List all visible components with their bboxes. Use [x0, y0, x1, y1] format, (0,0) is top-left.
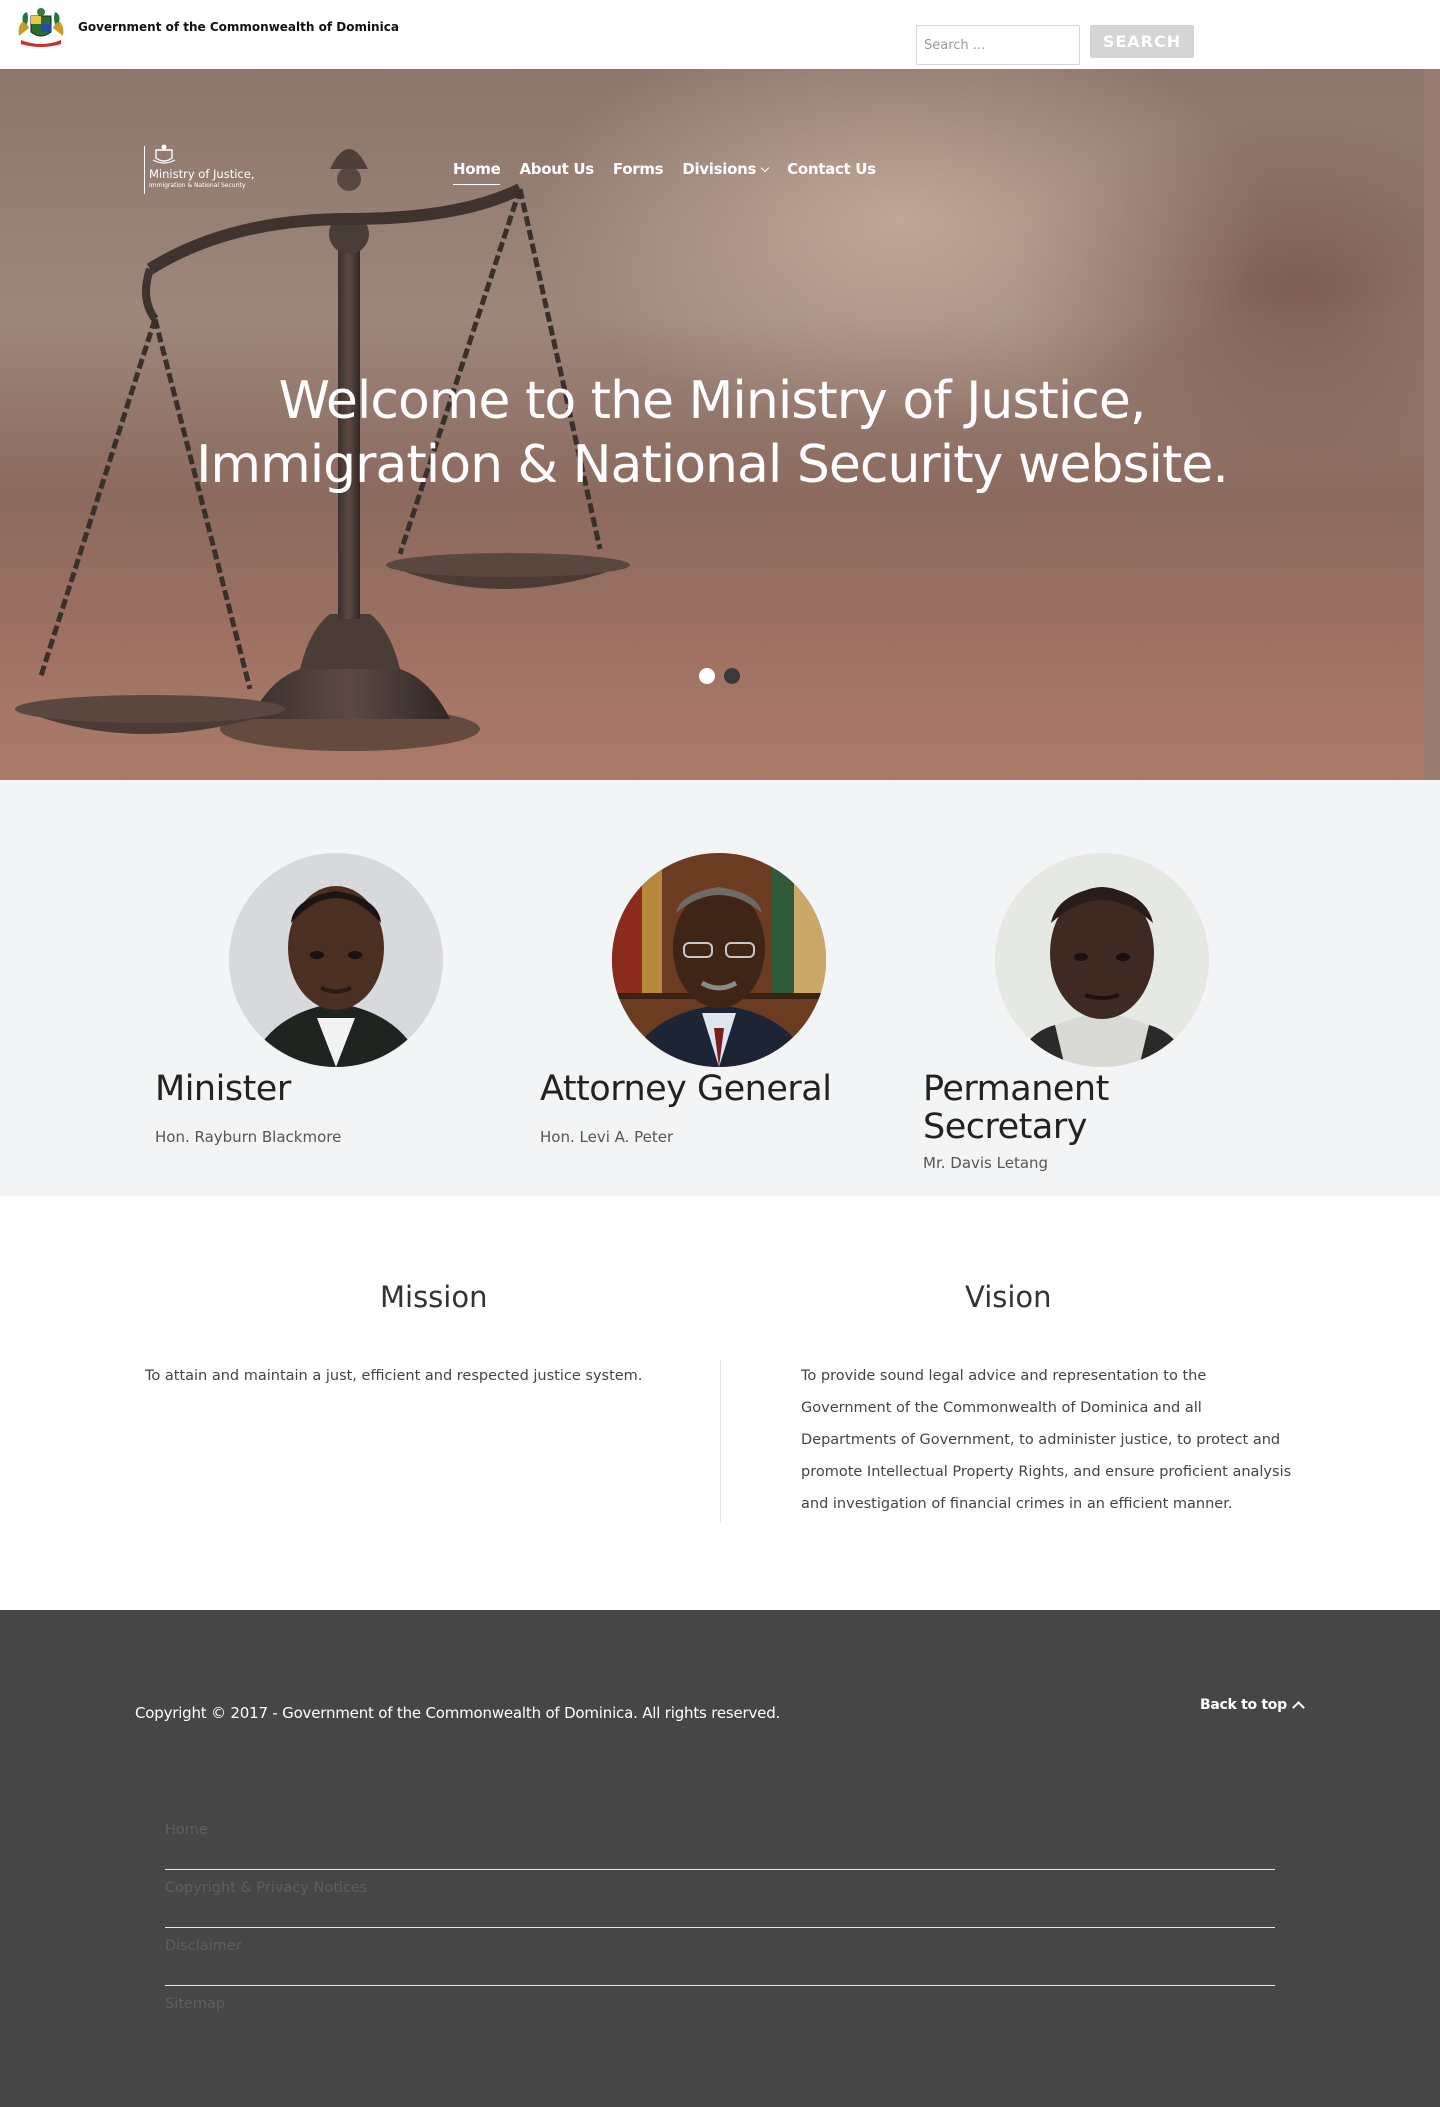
vision-line: To provide sound legal advice and repres… — [801, 1368, 1207, 1384]
site-footer: Copyright © 2017 - Government of the Com… — [0, 1610, 1440, 2107]
search-input[interactable] — [916, 25, 1080, 65]
officials-section: Minister Hon. Rayburn Blackmore Attorney… — [0, 780, 1440, 1196]
mission-text: To attain and maintain a just, efficient… — [145, 1368, 643, 1384]
chevron-down-icon — [760, 163, 770, 173]
nav-label: About Us — [519, 160, 594, 178]
vision-line: promote Intellectual Property Rights, an… — [801, 1464, 1292, 1480]
hero-heading: Welcome to the Ministry of Justice, Immi… — [0, 369, 1424, 497]
government-title[interactable]: Government of the Commonwealth of Domini… — [78, 20, 399, 34]
footer-links: Home Copyright & Privacy Notices Disclai… — [165, 1812, 1275, 2044]
ministry-logo[interactable]: Ministry of Justice, Immigration & Natio… — [144, 144, 264, 196]
logo-divider — [144, 146, 145, 194]
vision-heading: Vision — [965, 1280, 1052, 1314]
vision-line: Government of the Commonwealth of Domini… — [801, 1400, 1202, 1416]
vision-line: and investigation of financial crimes in… — [801, 1496, 1233, 1512]
back-to-top-label: Back to top — [1200, 1697, 1287, 1713]
main-navigation: Home About Us Forms Divisions Contact Us — [453, 160, 895, 185]
nav-item-contact-us[interactable]: Contact Us — [787, 160, 876, 178]
ministry-logo-name: Ministry of Justice, — [149, 167, 255, 181]
official-title-minister: Minister — [155, 1069, 291, 1109]
page-scrollbar[interactable] — [1424, 69, 1440, 780]
nav-label: Contact Us — [787, 160, 876, 178]
minister-portrait — [229, 853, 443, 1067]
government-top-bar: Government of the Commonwealth of Domini… — [0, 0, 1440, 69]
official-name-minister: Hon. Rayburn Blackmore — [155, 1128, 342, 1146]
attorney-general-portrait — [612, 853, 826, 1067]
official-title-line2: Secretary — [923, 1107, 1087, 1147]
hero-heading-line1: Welcome to the Ministry of Justice, — [278, 371, 1147, 431]
chevron-up-icon — [1291, 1701, 1305, 1714]
nav-item-divisions[interactable]: Divisions — [682, 160, 770, 178]
vision-line: Departments of Government, to administer… — [801, 1432, 1281, 1448]
slider-dot-1[interactable] — [699, 668, 715, 684]
official-name-permanent-secretary: Mr. Davis Letang — [923, 1154, 1049, 1172]
search-button[interactable]: SEARCH — [1090, 25, 1194, 58]
nav-item-about-us[interactable]: About Us — [519, 160, 594, 178]
nav-item-home[interactable]: Home — [453, 160, 501, 185]
official-title-line1: Permanent — [923, 1069, 1109, 1109]
copyright-text: Copyright © 2017 - Government of the Com… — [135, 1704, 781, 1722]
footer-link-copyright-privacy[interactable]: Copyright & Privacy Notices — [165, 1870, 1275, 1928]
nav-label: Divisions — [682, 160, 757, 178]
dominica-coat-of-arms-icon[interactable] — [15, 6, 67, 48]
official-title-attorney-general: Attorney General — [540, 1069, 832, 1109]
permanent-secretary-portrait — [995, 853, 1209, 1067]
nav-item-forms[interactable]: Forms — [612, 160, 664, 178]
vision-text: To provide sound legal advice and repres… — [801, 1360, 1321, 1520]
official-name-attorney-general: Hon. Levi A. Peter — [540, 1128, 674, 1146]
slider-pagination — [699, 668, 740, 684]
footer-link-sitemap[interactable]: Sitemap — [165, 1986, 1275, 2044]
nav-label: Home — [453, 160, 501, 178]
mission-heading: Mission — [380, 1280, 488, 1314]
back-to-top-link[interactable]: Back to top — [1200, 1697, 1305, 1714]
ministry-logo-subtitle: Immigration & National Security — [149, 182, 246, 189]
footer-link-disclaimer[interactable]: Disclaimer — [165, 1928, 1275, 1986]
hero-heading-line2: Immigration & National Security website. — [196, 435, 1229, 495]
mission-vision-divider — [720, 1360, 721, 1523]
official-title-permanent-secretary: Permanent Secretary — [923, 1070, 1283, 1146]
footer-link-home[interactable]: Home — [165, 1812, 1275, 1870]
ministry-crest-icon — [152, 144, 176, 164]
hero-banner: Ministry of Justice, Immigration & Natio… — [0, 69, 1424, 780]
slider-dot-2[interactable] — [724, 668, 740, 684]
nav-label: Forms — [612, 160, 664, 178]
